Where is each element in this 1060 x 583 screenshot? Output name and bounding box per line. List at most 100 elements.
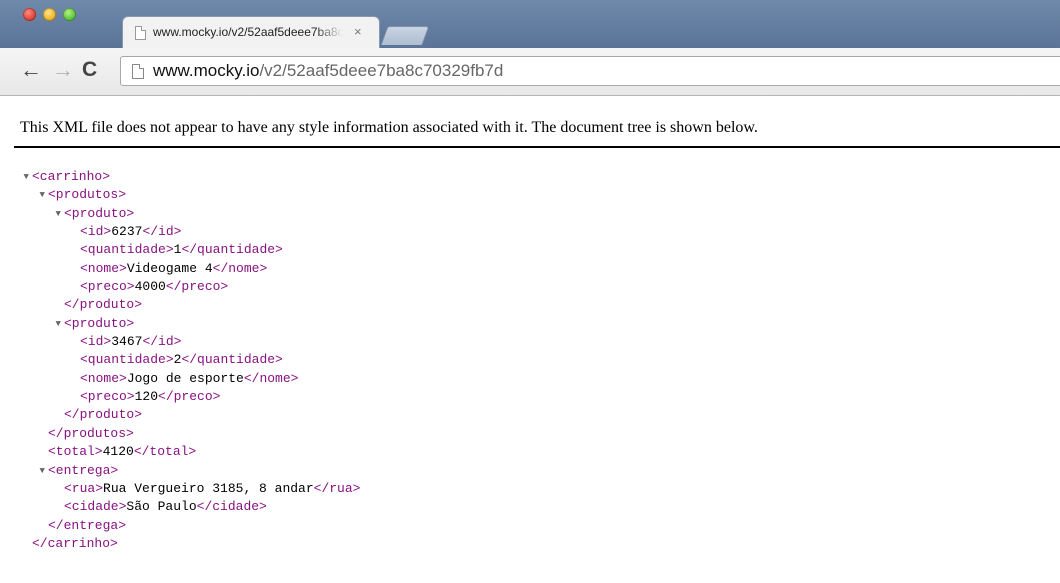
toolbar: ← → C www.mocky.io/v2/52aaf5deee7ba8c703… — [0, 48, 1060, 96]
xml-line-content: </produto> — [56, 407, 142, 422]
xml-close-tag: </rua> — [313, 480, 361, 496]
zoom-window-button[interactable] — [63, 8, 76, 21]
xml-line: <id>3467</id> — [24, 333, 360, 351]
xml-open-tag: <quantidade> — [80, 242, 174, 258]
xml-close-tag: </id> — [142, 224, 182, 240]
xml-line: <nome>Jogo de esporte</nome> — [24, 370, 360, 388]
xml-line-content: <nome>Jogo de esporte</nome> — [72, 371, 298, 386]
xml-line: <cidade>São Paulo</cidade> — [24, 498, 360, 516]
url-path: /v2/52aaf5deee7ba8c70329fb7d — [259, 61, 504, 80]
minimize-window-button[interactable] — [43, 8, 56, 21]
xml-line: <preco>4000</preco> — [24, 278, 360, 296]
xml-open-tag: </entrega> — [48, 517, 127, 533]
xml-open-tag: <entrega> — [48, 462, 119, 478]
xml-close-tag: </id> — [142, 334, 182, 350]
xml-open-tag: <produtos> — [48, 187, 127, 203]
reload-button[interactable]: C — [82, 57, 97, 83]
collapse-toggle-icon[interactable]: ▼ — [56, 315, 61, 333]
xml-line-content: <nome>Videogame 4</nome> — [72, 261, 267, 276]
xml-line-content: </carrinho> — [24, 536, 118, 551]
xml-line-content: <rua>Rua Vergueiro 3185, 8 andar</rua> — [56, 481, 360, 496]
xml-line-content: <id>6237</id> — [72, 224, 181, 239]
xml-line: <id>6237</id> — [24, 223, 360, 241]
xml-open-tag: </carrinho> — [32, 535, 118, 551]
collapse-toggle-icon[interactable]: ▼ — [40, 462, 45, 480]
xml-open-tag: </produtos> — [48, 425, 134, 441]
forward-button[interactable]: → — [52, 57, 74, 83]
xml-line-content: </entrega> — [40, 518, 126, 533]
xml-close-tag: </nome> — [243, 370, 299, 386]
xml-line-content: <cidade>São Paulo</cidade> — [56, 499, 267, 514]
xml-line-content: <id>3467</id> — [72, 334, 181, 349]
xml-text-value: 6237 — [111, 224, 143, 240]
back-button[interactable]: ← — [20, 57, 42, 83]
xml-text-value: Jogo de esporte — [126, 370, 244, 386]
xml-close-tag: </preco> — [158, 389, 221, 405]
xml-line: <preco>120</preco> — [24, 388, 360, 406]
xml-document-tree: ▼ <carrinho> ▼ <produtos> ▼ <produto> <id>6237… — [24, 168, 361, 553]
xml-close-tag: </quantidade> — [181, 242, 283, 258]
page-icon — [132, 64, 144, 79]
xml-open-tag: <preco> — [80, 389, 135, 405]
xml-line-content: <preco>120</preco> — [72, 389, 220, 404]
xml-line-content: <entrega> — [40, 463, 118, 478]
xml-line-content: <produto> — [56, 206, 134, 221]
url-text[interactable]: www.mocky.io/v2/52aaf5deee7ba8c70329fb7d — [153, 61, 503, 81]
xml-close-tag: </preco> — [165, 279, 229, 295]
xml-open-tag: <quantidade> — [80, 352, 174, 368]
collapse-toggle-icon[interactable]: ▼ — [40, 186, 45, 204]
xml-line-content: <carrinho> — [24, 169, 110, 184]
xml-text-value: 4120 — [102, 444, 134, 460]
xml-open-tag: <total> — [48, 444, 103, 460]
xml-line-content: <total>4120</total> — [40, 444, 196, 459]
xml-line: <total>4120</total> — [24, 443, 360, 461]
title-bar: www.mocky.io/v2/52aaf5deee7ba8c70329fb7d… — [0, 0, 1060, 48]
collapse-toggle-icon[interactable]: ▼ — [24, 168, 29, 186]
xml-text-value: 3467 — [111, 334, 143, 350]
xml-line: <rua>Rua Vergueiro 3185, 8 andar</rua> — [24, 480, 360, 498]
xml-line: <nome>Videogame 4</nome> — [24, 260, 360, 278]
xml-line: </produto> — [24, 406, 360, 424]
xml-line-content: <produto> — [56, 316, 134, 331]
xml-line: ▼ <produtos> — [24, 186, 360, 204]
xml-line-content: </produto> — [56, 297, 142, 312]
xml-text-value: Rua Vergueiro 3185, 8 andar — [103, 480, 314, 496]
xml-line-content: </produtos> — [40, 426, 134, 441]
xml-line-content: <quantidade>1</quantidade> — [72, 242, 283, 257]
url-host: www.mocky.io — [153, 61, 260, 80]
xml-line-content: <produtos> — [40, 187, 126, 202]
xml-text-value: 4000 — [134, 279, 166, 295]
collapse-toggle-icon[interactable]: ▼ — [56, 205, 61, 223]
xml-open-tag: </produto> — [64, 407, 143, 423]
xml-open-tag: <id> — [80, 224, 112, 240]
xml-close-tag: </cidade> — [196, 499, 267, 515]
tab-title: www.mocky.io/v2/52aaf5deee7ba8c70329fb7d — [153, 25, 343, 39]
xml-open-tag: </produto> — [64, 297, 143, 313]
browser-tab[interactable]: www.mocky.io/v2/52aaf5deee7ba8c70329fb7d… — [122, 16, 380, 48]
xml-line: ▼ <entrega> — [24, 462, 360, 480]
xml-open-tag: <id> — [80, 334, 112, 350]
notice-divider — [14, 146, 1060, 148]
close-window-button[interactable] — [23, 8, 36, 21]
xml-open-tag: <cidade> — [64, 499, 127, 515]
xml-line: </produto> — [24, 296, 360, 314]
xml-text-value: 120 — [134, 389, 159, 405]
xml-line: <quantidade>2</quantidade> — [24, 351, 360, 369]
xml-close-tag: </nome> — [212, 260, 268, 276]
new-tab-button[interactable] — [380, 26, 430, 45]
xml-close-tag: </quantidade> — [181, 352, 283, 368]
xml-open-tag: <nome> — [80, 370, 127, 386]
xml-close-tag: </total> — [133, 444, 197, 460]
xml-line-content: <preco>4000</preco> — [72, 279, 228, 294]
xml-text-value: Videogame 4 — [126, 260, 213, 276]
xml-open-tag: <rua> — [64, 480, 104, 496]
xml-line: ▼ <produto> — [24, 315, 360, 333]
xml-open-tag: <preco> — [80, 279, 135, 295]
xml-style-notice: This XML file does not appear to have an… — [20, 119, 758, 136]
xml-line: </carrinho> — [24, 535, 360, 553]
xml-open-tag: <carrinho> — [32, 169, 111, 184]
xml-text-value: São Paulo — [126, 499, 197, 515]
close-tab-icon[interactable]: × — [354, 24, 362, 39]
xml-line: ▼ <produto> — [24, 205, 360, 223]
address-bar[interactable]: www.mocky.io/v2/52aaf5deee7ba8c70329fb7d — [120, 56, 1060, 86]
